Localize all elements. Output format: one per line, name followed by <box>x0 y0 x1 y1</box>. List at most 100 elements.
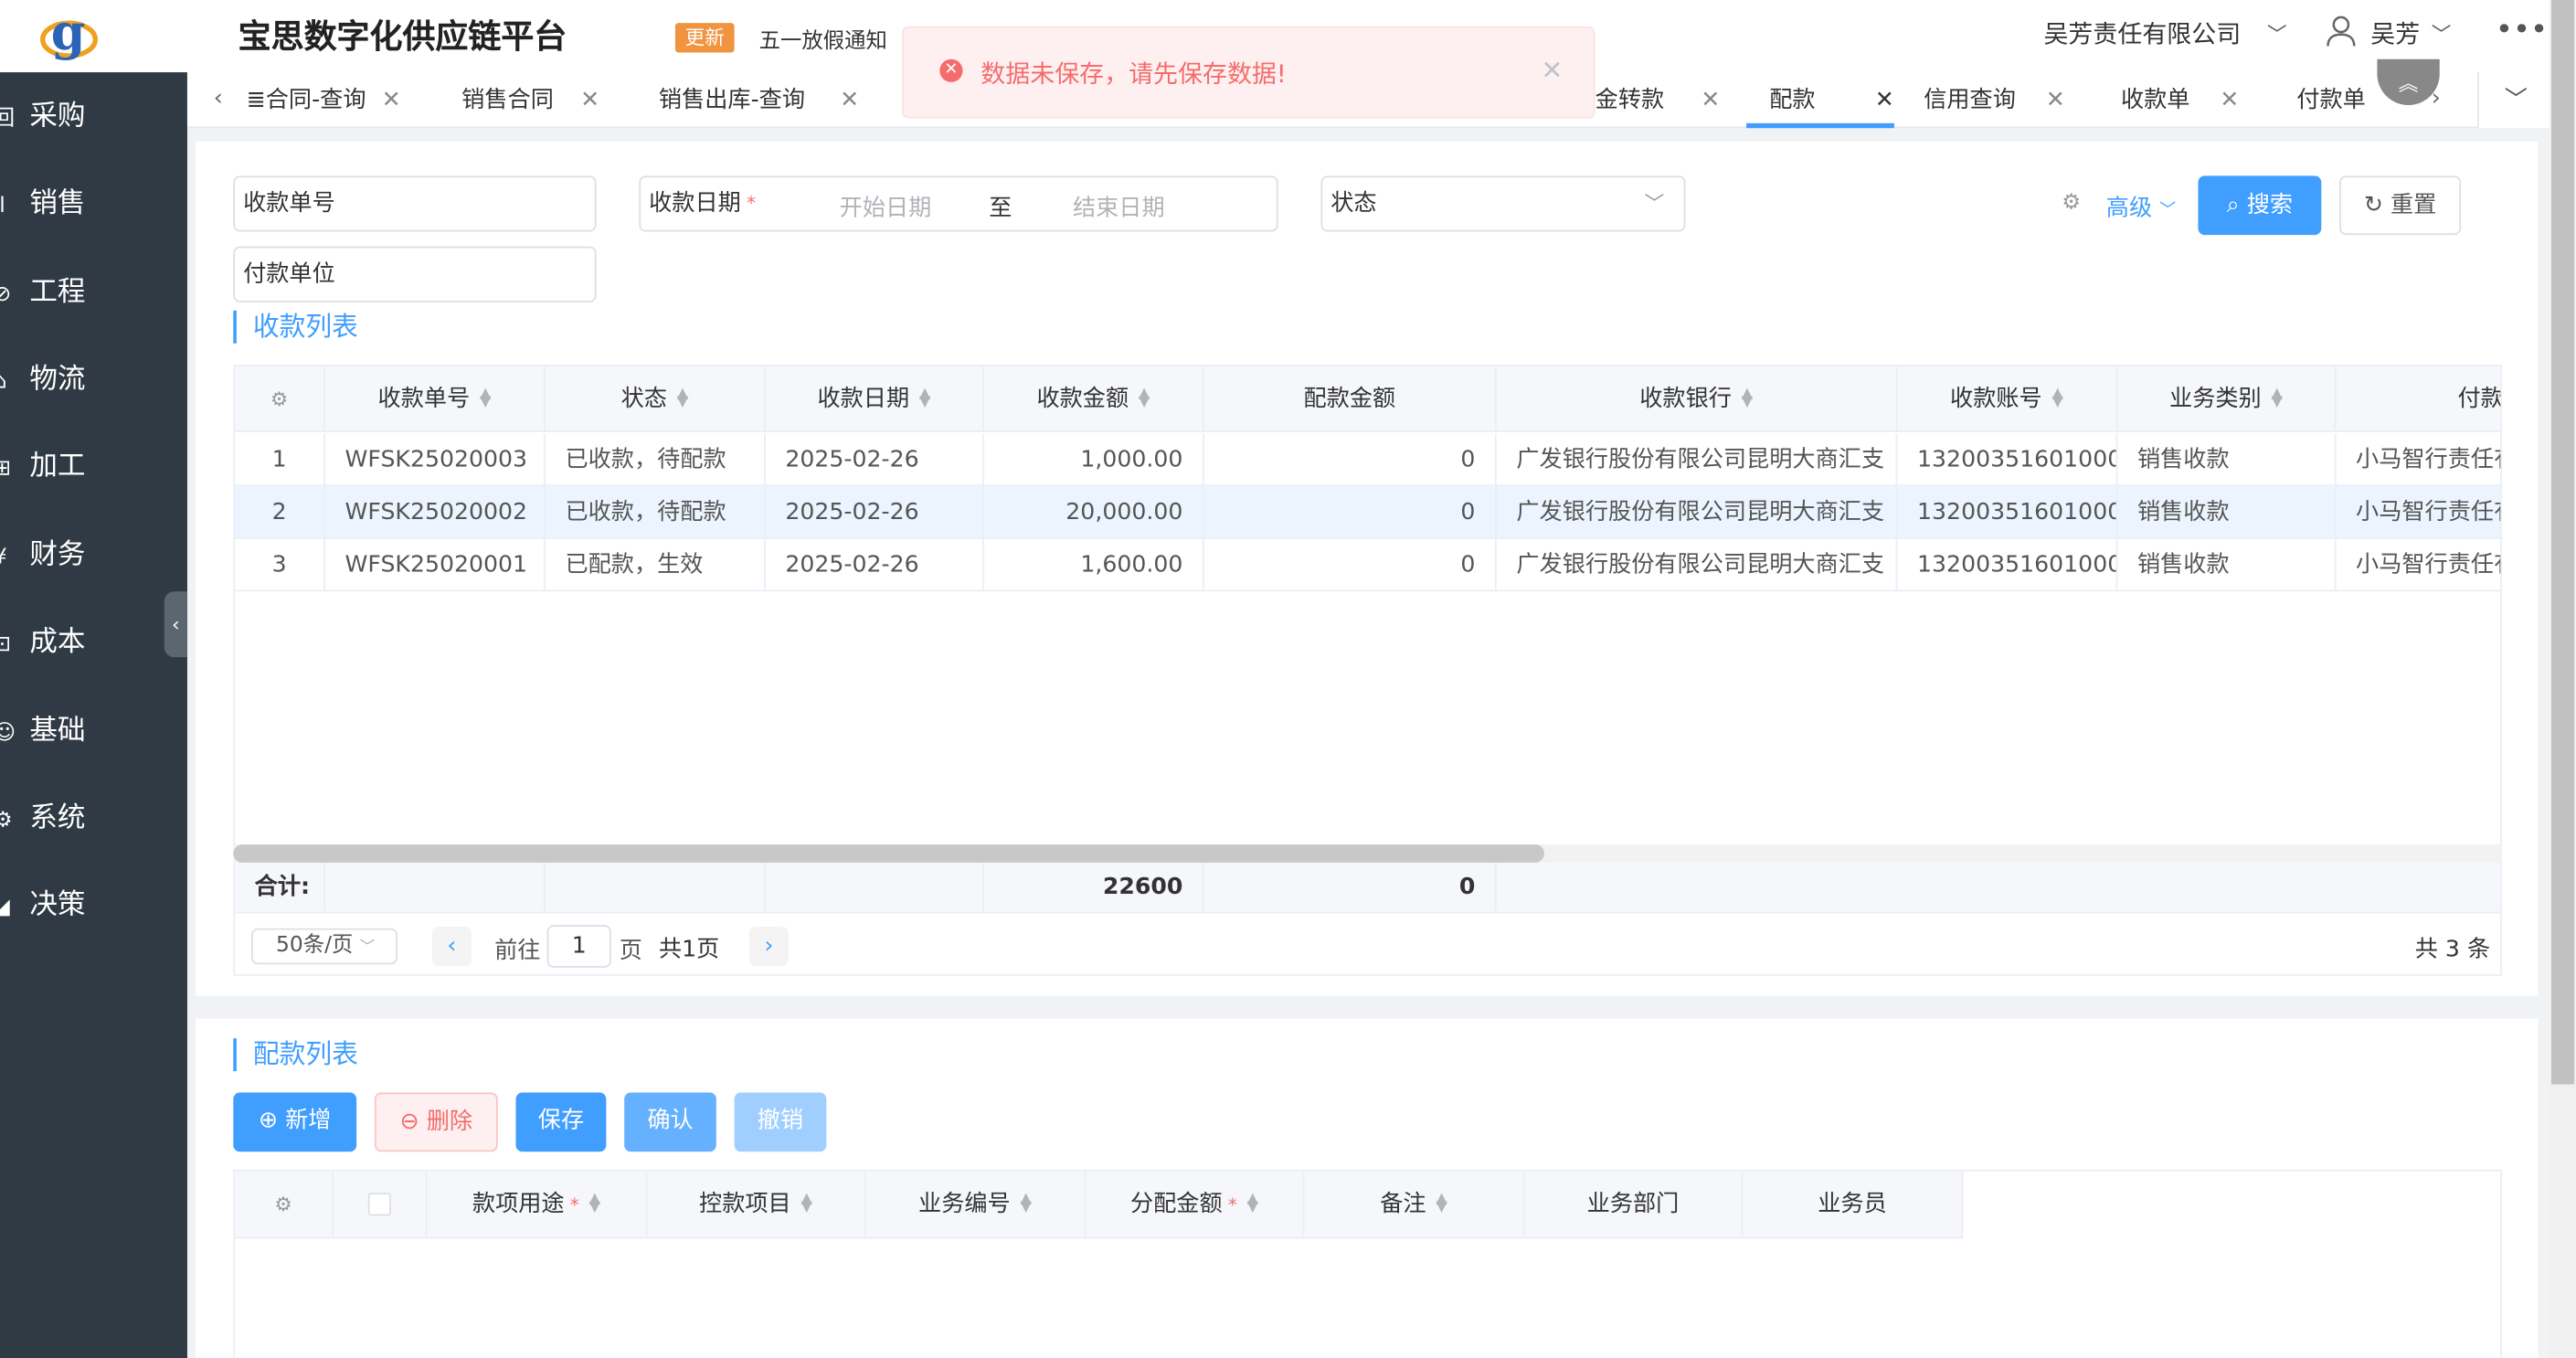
company-selector[interactable]: 吴芳责任有限公司 <box>2043 16 2241 51</box>
tab-close-icon[interactable]: ✕ <box>1701 72 1720 128</box>
tab-close-icon[interactable]: ✕ <box>1875 72 1894 128</box>
table-cell: 已收款，待配款 <box>546 433 766 487</box>
sort-icon[interactable]: ▲ ▼ <box>919 387 930 409</box>
delete-button[interactable]: ⊖ 删除 <box>374 1092 498 1152</box>
sidebar-item-4[interactable]: ⊞加工 <box>0 434 187 500</box>
tab-menu-button[interactable]: ﹀ <box>2477 72 2553 129</box>
chevron-down-icon[interactable]: ﹀ <box>2432 20 2452 48</box>
column-header[interactable]: 收款金额 ▲ ▼ <box>984 366 1204 432</box>
tab-5[interactable]: 信用查询 ✕ <box>1924 72 2065 128</box>
column-header[interactable]: 收款日期 ▲ ▼ <box>766 366 984 432</box>
tab-4[interactable]: 配款 ✕ <box>1746 72 1894 129</box>
sidebar-item-9[interactable]: ◢决策 <box>0 873 187 939</box>
tab-prev-icon[interactable]: ‹ <box>214 85 223 111</box>
tab-close-icon[interactable]: ✕ <box>382 72 401 128</box>
table-cell: 0 <box>1204 538 1497 592</box>
revoke-button[interactable]: 撤销 <box>734 1092 827 1152</box>
add-button[interactable]: ⊕ 新增 <box>233 1092 357 1152</box>
page-input[interactable]: 1 <box>546 925 611 968</box>
search-button[interactable]: ⌕ 搜索 <box>2198 175 2322 236</box>
column-header[interactable]: 备注 ▲ ▼ <box>1304 1171 1525 1239</box>
select-all-checkbox[interactable] <box>367 1193 391 1216</box>
sort-icon[interactable]: ▲ ▼ <box>1436 1192 1447 1215</box>
sort-icon[interactable]: ▲ ▼ <box>1247 1192 1258 1215</box>
tab-3[interactable]: 金转款 ✕ <box>1595 72 1721 128</box>
table-row[interactable]: 3 WFSK25020001 已配款，生效 2025-02-26 1,600.00 0 广发… <box>235 538 2501 592</box>
column-settings-icon[interactable]: ⚙ <box>235 1171 334 1237</box>
payer-input[interactable]: 付款单位 <box>233 246 597 302</box>
column-header[interactable]: 付款 <box>2336 366 2501 432</box>
sidebar-item-0[interactable]: 回采购 <box>0 84 187 150</box>
sort-icon[interactable]: ▲ ▼ <box>589 1192 600 1215</box>
page-size-select[interactable]: 50条/页 ﹀ <box>251 928 398 965</box>
tab-close-icon[interactable]: ✕ <box>580 72 599 128</box>
sort-icon[interactable]: ▲ ▼ <box>2272 387 2283 409</box>
tab-close-icon[interactable]: ✕ <box>2046 72 2065 128</box>
sort-icon[interactable]: ▲ ▼ <box>1742 387 1753 409</box>
goto-label: 前往 <box>494 938 541 965</box>
page-scrollbar-thumb[interactable] <box>2550 0 2575 1085</box>
table-scrollbar-thumb[interactable] <box>233 844 1544 863</box>
receipt-no-input[interactable]: 收款单号 <box>233 175 597 232</box>
chevron-down-icon[interactable]: ﹀ <box>2267 20 2287 48</box>
sidebar-collapse-button[interactable]: ‹ <box>164 591 187 658</box>
settings-icon[interactable]: ⚙ <box>2062 191 2081 216</box>
sidebar-item-5[interactable]: ¥财务 <box>0 523 187 589</box>
table-row[interactable]: 1 WFSK25020003 已收款，待配款 2025-02-26 1,000.00 0 广… <box>235 433 2501 487</box>
column-header-label: 分配金额 <box>1129 1191 1223 1218</box>
column-settings-icon[interactable]: ⚙ <box>235 366 325 432</box>
sort-icon[interactable]: ▲ ▼ <box>1139 387 1150 409</box>
sidebar-item-8[interactable]: ⚙系统 <box>0 785 187 851</box>
tab-close-icon[interactable]: ✕ <box>840 72 859 128</box>
column-header[interactable]: 业务员 <box>1743 1171 1964 1239</box>
close-icon[interactable]: ✕ <box>1541 54 1563 85</box>
column-header[interactable]: 控款项目 ▲ ▼ <box>647 1171 866 1239</box>
sidebar-item-2[interactable]: ⊘工程 <box>0 260 187 325</box>
column-header[interactable]: 配款金额 <box>1204 366 1497 432</box>
sort-icon[interactable]: ▲ ▼ <box>677 387 688 409</box>
more-icon[interactable]: ••• <box>2496 13 2548 48</box>
tab-2[interactable]: 销售出库-查询 ✕ <box>659 72 859 128</box>
sidebar-item-1[interactable]: ıl销售 <box>0 171 187 237</box>
column-header[interactable]: 收款银行 ▲ ▼ <box>1497 366 1898 432</box>
date-start-placeholder[interactable]: 开始日期 <box>840 191 932 224</box>
sidebar-item-label: 基础 <box>29 715 86 748</box>
advanced-label: 高级 <box>2105 195 2153 222</box>
sort-icon[interactable]: ▲ ▼ <box>480 387 491 409</box>
tab-6[interactable]: 收款单 ✕ <box>2121 72 2239 128</box>
user-menu[interactable]: 吴芳 <box>2370 16 2420 51</box>
sidebar-item-7[interactable]: ☺基础 <box>0 698 187 764</box>
tab-0[interactable]: ≣合同-查询 ✕ <box>247 72 401 128</box>
column-header[interactable]: 业务类别 ▲ ▼ <box>2117 366 2337 432</box>
column-header[interactable]: 款项用途 * ▲ ▼ <box>427 1171 648 1239</box>
column-header[interactable]: 分配金额 * ▲ ▼ <box>1086 1171 1305 1239</box>
column-header[interactable]: 业务编号 ▲ ▼ <box>865 1171 1087 1239</box>
user-icon[interactable] <box>2327 15 2356 48</box>
advanced-toggle[interactable]: 高级 ﹀ <box>2106 191 2176 224</box>
column-header[interactable]: 收款账号 ▲ ▼ <box>1897 366 2118 432</box>
prev-page-button[interactable]: ‹ <box>431 926 472 967</box>
news-ticker[interactable]: 五一放假通知 <box>759 23 887 54</box>
table-cell: 2025-02-26 <box>766 538 984 592</box>
sidebar-item-6[interactable]: ⊡成本 <box>0 610 187 675</box>
status-select[interactable]: 状态 <box>1320 175 1686 232</box>
table-row[interactable]: 2 WFSK25020002 已收款，待配款 2025-02-26 20,000.00 0… <box>235 486 2501 539</box>
date-end-placeholder[interactable]: 结束日期 <box>1073 191 1165 224</box>
brand-logo[interactable]: g <box>37 0 109 66</box>
sidebar-item-3[interactable]: ⌂物流 <box>0 346 187 412</box>
sort-icon[interactable]: ▲ ▼ <box>2052 387 2063 409</box>
chevron-down-icon[interactable]: ﹀ <box>1645 189 1665 217</box>
save-button[interactable]: 保存 <box>515 1092 607 1152</box>
confirm-button[interactable]: 确认 <box>624 1092 716 1152</box>
tab-1[interactable]: 销售合同 ✕ <box>461 72 599 128</box>
tab-close-icon[interactable]: ✕ <box>2220 72 2239 128</box>
sort-icon[interactable]: ▲ ▼ <box>1020 1192 1031 1215</box>
receipt-date-range[interactable]: 收款日期 * <box>639 175 1278 232</box>
column-header[interactable]: 业务部门 <box>1524 1171 1744 1239</box>
column-header[interactable]: 状态 ▲ ▼ <box>546 366 766 432</box>
page-size-label: 50条/页 <box>276 933 354 959</box>
reset-button[interactable]: ↻ 重置 <box>2339 175 2462 236</box>
next-page-button[interactable]: › <box>748 926 789 967</box>
column-header[interactable]: 收款单号 ▲ ▼ <box>325 366 546 432</box>
sort-icon[interactable]: ▲ ▼ <box>800 1192 811 1215</box>
